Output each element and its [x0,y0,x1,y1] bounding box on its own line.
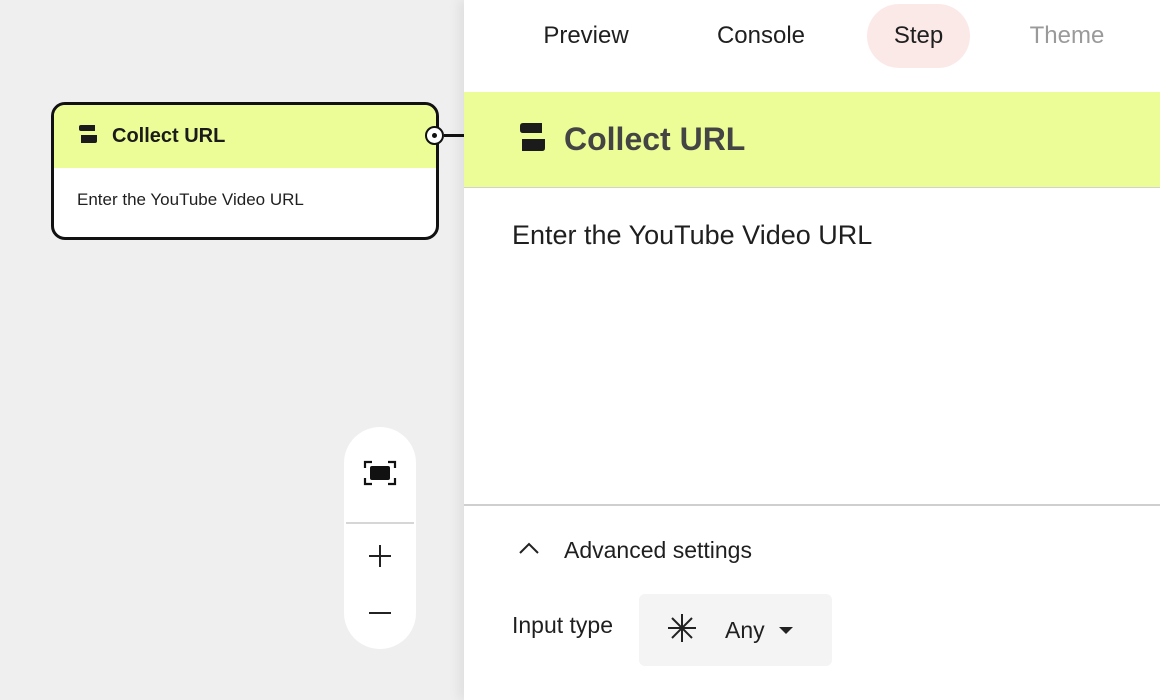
input-step-icon [78,125,98,148]
section-divider [464,504,1160,506]
tab-step[interactable]: Step [867,4,970,68]
step-header: Collect URL [464,92,1160,188]
fit-view-icon [363,460,397,491]
tab-preview[interactable]: Preview [526,4,646,68]
flow-node-collect-url[interactable]: Collect URL Enter the YouTube Video URL [51,102,439,240]
node-output-handle[interactable] [425,126,444,145]
advanced-settings-label: Advanced settings [564,536,752,563]
fit-view-button[interactable] [344,449,416,501]
dropdown-caret-icon [778,626,793,634]
zoom-out-button[interactable] [344,589,416,641]
edge-connector [444,134,466,137]
zoom-in-button[interactable] [344,532,416,584]
node-description: Enter the YouTube Video URL [77,190,304,209]
step-panel: Preview Console Step Theme Collect URL E… [464,0,1160,700]
tab-console[interactable]: Console [700,4,822,68]
input-type-value: Any [725,616,765,643]
step-prompt-text[interactable]: Enter the YouTube Video URL [512,220,872,251]
node-header: Collect URL [54,105,436,168]
input-type-select[interactable]: Any [639,594,832,666]
zoom-controls [344,427,416,649]
chevron-up-icon [518,541,540,560]
flow-canvas[interactable]: Collect URL Enter the YouTube Video URL [0,0,466,700]
node-title: Collect URL [112,125,226,147]
input-type-label: Input type [512,612,614,638]
advanced-settings-toggle[interactable]: Advanced settings [518,532,752,568]
step-title[interactable]: Collect URL [564,121,745,158]
zoom-divider [346,522,414,524]
tab-theme[interactable]: Theme [1012,4,1122,68]
input-step-icon [518,123,546,156]
minus-icon [368,601,392,630]
panel-tabs: Preview Console Step Theme [464,0,1160,90]
plus-icon [368,544,392,573]
asterisk-icon [667,613,697,648]
